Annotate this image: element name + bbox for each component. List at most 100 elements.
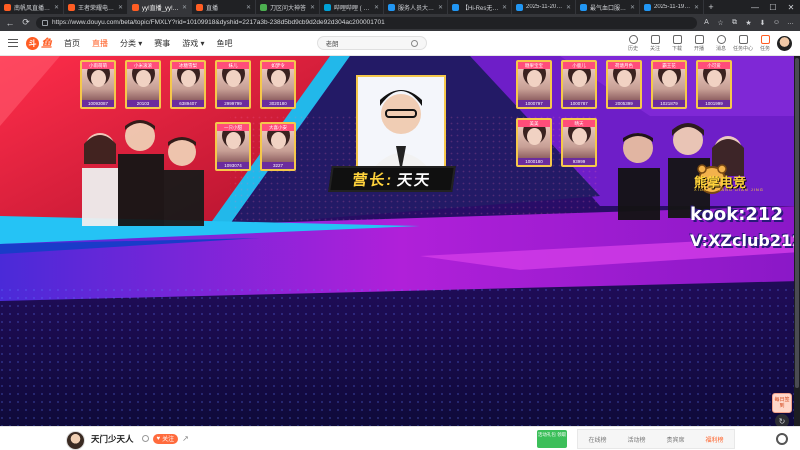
performer-card[interactable]: 荷塘月色 2005399 — [606, 60, 642, 109]
nav-link[interactable]: 赛事 — [154, 38, 170, 49]
close-window-button[interactable]: ✕ — [782, 0, 800, 14]
minimize-button[interactable]: — — [746, 0, 764, 14]
new-tab-button[interactable]: + — [704, 0, 718, 14]
task-center-button[interactable]: 任务中心 — [733, 34, 753, 52]
history-button[interactable]: 历史 — [625, 34, 641, 52]
streamer-avatar[interactable] — [66, 431, 85, 450]
url-field[interactable]: https://www.douyu.com/beta/topic/FMXLY?r… — [36, 16, 697, 29]
tab-close-icon[interactable]: ✕ — [54, 4, 59, 11]
tab-close-icon[interactable]: ✕ — [310, 4, 315, 11]
performer-card[interactable]: 小鹿儿 1000787 — [561, 60, 597, 109]
performer-room-number: 3020180 — [262, 100, 294, 107]
streamer-name[interactable]: 天门少天人 — [91, 433, 134, 445]
ranking-tab[interactable]: 活动榜 — [627, 435, 645, 444]
tab-favicon-icon — [196, 3, 203, 11]
tab-close-icon[interactable]: ✕ — [246, 4, 251, 11]
maximize-button[interactable]: ☐ — [764, 0, 782, 14]
tab-close-icon[interactable]: ✕ — [566, 4, 571, 11]
favorites-icon[interactable]: ★ — [743, 17, 754, 28]
split-screen-icon[interactable]: ⧉ — [729, 17, 740, 28]
performer-card[interactable]: 小可爱 1001999 — [696, 60, 732, 109]
tab-title: 2025-11-20 00:0 — [526, 4, 563, 10]
tab-favicon-icon — [644, 3, 651, 11]
more-menu-icon[interactable]: … — [785, 17, 796, 28]
search-box[interactable] — [316, 36, 427, 50]
menu-icon[interactable] — [8, 39, 18, 47]
search-icon[interactable] — [410, 39, 418, 47]
follow-icon — [650, 34, 660, 44]
nav-link[interactable]: 直播 — [92, 38, 108, 49]
nav-link[interactable]: 分类 ▾ — [120, 38, 142, 49]
host-tag-value: 天天 — [396, 171, 433, 189]
performer-card[interactable]: 霸王花 1021879 — [651, 60, 687, 109]
browser-tab[interactable]: 南帆风直播_南帆风✕ — [0, 0, 64, 14]
url-text: https://www.douyu.com/beta/topic/FMXLY?r… — [52, 19, 385, 26]
broadcast-button[interactable]: 开播 — [691, 34, 707, 52]
performer-card[interactable]: 美美 1000180 — [516, 118, 552, 167]
browser-tab[interactable]: 服务人员大采购用✕ — [384, 0, 448, 14]
performer-card[interactable]: 小雨萌萌 10093087 — [80, 60, 116, 109]
browser-tab-bar: 南帆风直播_南帆风✕王者荣耀电竞世界直播✕yy!直播_yy!yy!直✕直播✕刀区… — [0, 0, 800, 14]
performer-card[interactable]: 冰糖雪梨 6389407 — [170, 60, 206, 109]
daily-sign-badge[interactable]: 每日签到 — [772, 393, 792, 413]
performer-card[interactable]: 妹儿 2999799 — [215, 60, 251, 109]
share-icon[interactable]: ↗ — [182, 434, 189, 443]
browser-tab[interactable]: 刀区问大神答 ✕ — [256, 0, 320, 14]
ranking-tab[interactable]: 福利榜 — [705, 435, 723, 444]
browser-tab[interactable]: 2025-11-19 00:0✕ — [640, 0, 704, 14]
user-avatar[interactable] — [777, 35, 792, 51]
browser-tab[interactable]: yy!直播_yy!yy!直✕ — [128, 0, 192, 14]
tab-close-icon[interactable]: ✕ — [118, 4, 123, 11]
performer-room-number: 1000787 — [563, 100, 595, 107]
activity-gift-badge[interactable]: 活动礼包 领取 — [537, 430, 567, 448]
nav-link[interactable]: 首页 — [64, 38, 80, 49]
settings-gear-icon[interactable] — [776, 433, 788, 445]
follow-button[interactable]: 关注 — [647, 34, 663, 52]
tab-close-icon[interactable]: ✕ — [438, 4, 443, 11]
performer-photo — [181, 70, 196, 87]
browser-tab[interactable]: 2025-11-20 00:0✕ — [512, 0, 576, 14]
read-aloud-icon[interactable]: A — [701, 17, 712, 28]
performer-card[interactable]: 一只小甜 1093074 — [215, 122, 251, 171]
site-logo[interactable]: 斗 鱼 — [26, 35, 52, 51]
performer-name: 霸王花 — [653, 62, 685, 69]
tab-close-icon[interactable]: ✕ — [182, 4, 187, 11]
back-button[interactable]: ← — [4, 17, 16, 29]
performer-card[interactable]: 如梦令 3020180 — [260, 60, 296, 109]
ranking-tab[interactable]: 贵宾席 — [666, 435, 684, 444]
reload-button[interactable]: ⟳ — [20, 17, 32, 29]
downloads-icon[interactable]: ⬇ — [757, 17, 768, 28]
follow-label: 关注 — [162, 437, 175, 443]
tab-favicon-icon — [132, 3, 139, 11]
tab-close-icon[interactable]: ✕ — [502, 4, 507, 11]
nav-link[interactable]: 游戏 ▾ — [182, 38, 204, 49]
browser-tab[interactable]: 王者荣耀电竞世界直播✕ — [64, 0, 128, 14]
tab-close-icon[interactable]: ✕ — [630, 4, 635, 11]
scrollbar-thumb[interactable] — [795, 58, 799, 388]
browser-tab[interactable]: 直播 ✕ — [192, 0, 256, 14]
header-icon-label: 关注 — [649, 45, 660, 52]
task-center-icon — [738, 34, 748, 44]
gift-icon — [760, 34, 770, 44]
browser-tab[interactable]: 哔哩哔哩 ( ゜- ゜)つ✕ — [320, 0, 384, 14]
performer-card[interactable]: 大喜小安 3227 — [260, 122, 296, 171]
browser-tab[interactable]: 【Hi-Res无损】✕ — [448, 0, 512, 14]
nav-link[interactable]: 鱼吧 — [217, 38, 233, 49]
ranking-tab[interactable]: 在线榜 — [588, 435, 606, 444]
favorite-star-icon[interactable]: ☆ — [715, 17, 726, 28]
performer-room-number: 1021879 — [653, 100, 685, 107]
gift-button[interactable]: 任务 — [757, 34, 773, 52]
performer-card[interactable]: 晴天 93999 — [561, 118, 597, 167]
performer-card[interactable]: 小米滚滚 20103 — [125, 60, 161, 109]
browser-tab[interactable]: 最气血口服19斤✕ — [576, 0, 640, 14]
search-input[interactable] — [325, 39, 406, 47]
performer-card[interactable]: 糖果宝宝 1000797 — [516, 60, 552, 109]
follow-button[interactable]: ♥ 关注 — [152, 433, 179, 444]
tab-title: 服务人员大采购用 — [398, 5, 435, 12]
tab-close-icon[interactable]: ✕ — [694, 4, 699, 11]
profile-icon[interactable]: ☺ — [771, 17, 782, 28]
download-button[interactable]: 下载 — [669, 34, 685, 52]
tab-close-icon[interactable]: ✕ — [374, 4, 379, 11]
performer-room-number: 6389407 — [172, 100, 204, 107]
message-button[interactable]: 消息 — [713, 34, 729, 52]
